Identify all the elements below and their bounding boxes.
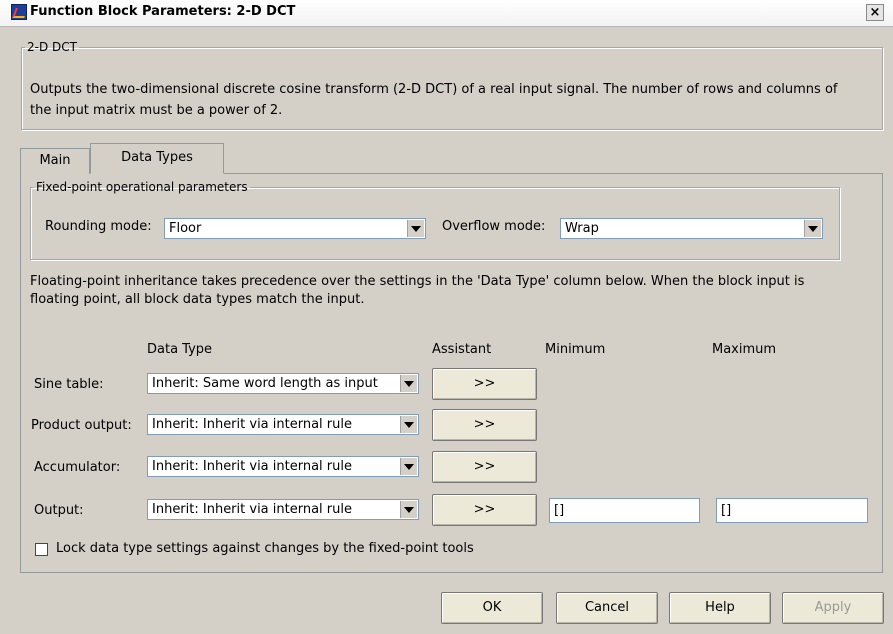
chevron-down-icon[interactable] — [407, 220, 424, 237]
accumulator-data-type-value: Inherit: Inherit via internal rule — [152, 459, 352, 474]
header-data-type: Data Type — [147, 342, 213, 357]
overflow-mode-select[interactable]: Wrap — [560, 218, 823, 239]
chevron-down-icon[interactable] — [400, 501, 417, 518]
simulink-block-icon — [11, 4, 28, 20]
sine-table-data-type-value: Inherit: Same word length as input — [152, 376, 378, 391]
rounding-mode-label: Rounding mode: — [45, 219, 152, 234]
header-minimum: Minimum — [545, 342, 606, 357]
output-minimum-input[interactable]: [] — [549, 498, 700, 523]
title-bar: Function Block Parameters: 2-D DCT × — [0, 0, 893, 27]
header-maximum: Maximum — [712, 342, 777, 357]
chevron-down-icon[interactable] — [400, 375, 417, 392]
output-data-type-value: Inherit: Inherit via internal rule — [152, 502, 352, 517]
output-data-type-select[interactable]: Inherit: Inherit via internal rule — [147, 499, 419, 520]
sine-table-data-type-select[interactable]: Inherit: Same word length as input — [147, 373, 419, 394]
description-line-2: the input matrix must be a power of 2. — [30, 103, 283, 118]
description-line-1: Outputs the two-dimensional discrete cos… — [30, 82, 838, 97]
product-output-data-type-select[interactable]: Inherit: Inherit via internal rule — [147, 414, 419, 435]
output-label: Output: — [34, 503, 84, 518]
fixed-point-legend: Fixed-point operational parameters — [36, 180, 248, 194]
product-output-assistant-button[interactable]: >> — [432, 409, 537, 441]
output-maximum-value: [] — [721, 503, 732, 518]
output-assistant-button[interactable]: >> — [432, 494, 537, 526]
sine-table-assistant-button[interactable]: >> — [432, 368, 537, 400]
chevron-down-icon[interactable] — [400, 458, 417, 475]
window-title: Function Block Parameters: 2-D DCT — [30, 4, 296, 19]
close-button[interactable]: × — [866, 4, 884, 21]
product-output-label: Product output: — [31, 418, 132, 433]
chevron-down-icon[interactable] — [804, 220, 821, 237]
description-text: Outputs the two-dimensional discrete cos… — [30, 79, 870, 121]
inheritance-note-line-1: Floating-point inheritance takes precede… — [30, 274, 805, 289]
accumulator-assistant-button[interactable]: >> — [432, 451, 537, 483]
overflow-mode-value: Wrap — [565, 221, 599, 236]
inheritance-note-line-2: floating point, all block data types mat… — [30, 292, 365, 307]
header-assistant: Assistant — [432, 342, 492, 357]
chevron-down-icon[interactable] — [400, 416, 417, 433]
lock-data-type-checkbox[interactable] — [35, 543, 48, 556]
product-output-data-type-value: Inherit: Inherit via internal rule — [152, 417, 352, 432]
output-minimum-value: [] — [554, 503, 565, 518]
overflow-mode-label: Overflow mode: — [442, 219, 546, 234]
tab-data-types[interactable]: Data Types — [90, 143, 224, 174]
rounding-mode-select[interactable]: Floor — [164, 218, 426, 239]
description-legend: 2-D DCT — [27, 40, 77, 54]
apply-button[interactable]: Apply — [782, 592, 884, 624]
tab-main[interactable]: Main — [20, 148, 90, 174]
output-maximum-input[interactable]: [] — [716, 498, 868, 523]
lock-data-type-label: Lock data type settings against changes … — [56, 541, 474, 556]
ok-button[interactable]: OK — [441, 592, 543, 624]
help-button[interactable]: Help — [669, 592, 771, 624]
cancel-button[interactable]: Cancel — [556, 592, 658, 624]
rounding-mode-value: Floor — [169, 221, 202, 236]
accumulator-label: Accumulator: — [34, 460, 121, 475]
sine-table-label: Sine table: — [34, 377, 104, 392]
accumulator-data-type-select[interactable]: Inherit: Inherit via internal rule — [147, 456, 419, 477]
